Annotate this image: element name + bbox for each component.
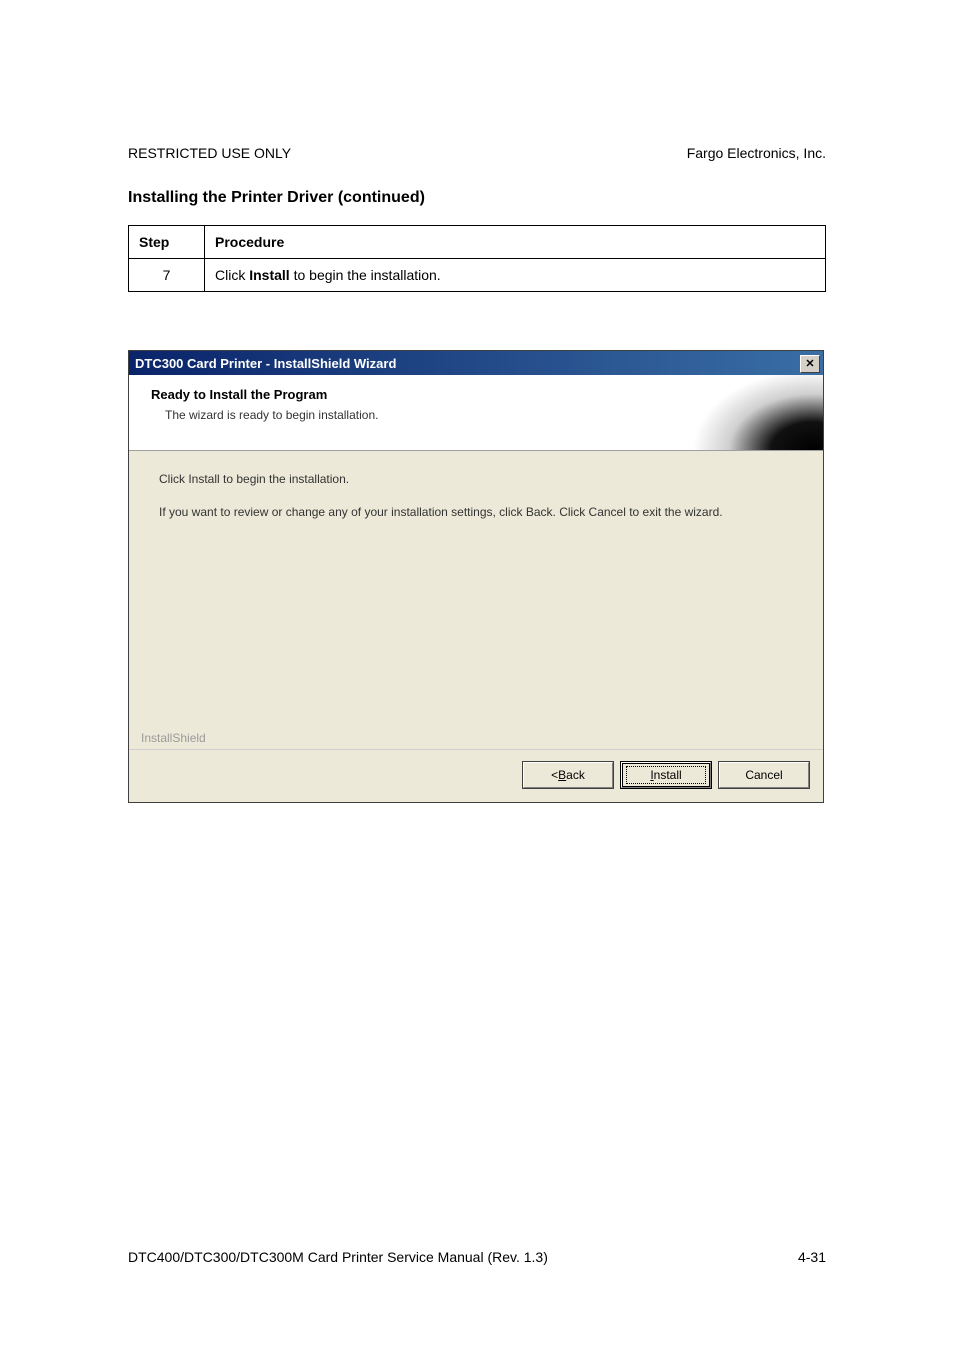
back-button-mnemonic: B: [558, 768, 566, 782]
col-header-step: Step: [129, 226, 205, 259]
content-line-2: If you want to review or change any of y…: [159, 504, 793, 521]
install-button[interactable]: Install: [621, 762, 711, 788]
content-line-1: Click Install to begin the installation.: [159, 471, 793, 488]
step-procedure: Click Install to begin the installation.: [205, 259, 826, 292]
header-left-text: RESTRICTED USE ONLY: [128, 145, 291, 161]
footer-page-number: 4-31: [798, 1249, 826, 1265]
procedure-table: Step Procedure 7 Click Install to begin …: [128, 225, 826, 292]
install-button-rest: nstall: [654, 768, 682, 782]
cancel-button-label: Cancel: [745, 768, 782, 782]
header-graphic: [673, 375, 823, 450]
section-title: Installing the Printer Driver (continued…: [128, 189, 826, 207]
installshield-brand-label: InstallShield: [129, 731, 823, 749]
dialog-content: Click Install to begin the installation.…: [129, 451, 823, 731]
close-icon: ✕: [805, 357, 814, 370]
dialog-button-row: < Back Install Cancel: [129, 749, 823, 802]
back-button[interactable]: < Back: [523, 762, 613, 788]
table-header-row: Step Procedure: [129, 226, 826, 259]
procedure-text-bold: Install: [249, 267, 289, 283]
header-right-text: Fargo Electronics, Inc.: [687, 145, 826, 161]
footer-left-text: DTC400/DTC300/DTC300M Card Printer Servi…: [128, 1249, 548, 1265]
back-button-rest: ack: [566, 768, 585, 782]
dialog-header-panel: Ready to Install the Program The wizard …: [129, 375, 823, 451]
close-button[interactable]: ✕: [800, 355, 820, 373]
dialog-title: DTC300 Card Printer - InstallShield Wiza…: [135, 356, 396, 371]
back-button-prefix: <: [551, 768, 558, 782]
dialog-titlebar[interactable]: DTC300 Card Printer - InstallShield Wiza…: [128, 350, 824, 375]
table-row: 7 Click Install to begin the installatio…: [129, 259, 826, 292]
cancel-button[interactable]: Cancel: [719, 762, 809, 788]
installshield-dialog: DTC300 Card Printer - InstallShield Wiza…: [128, 350, 824, 803]
col-header-procedure: Procedure: [205, 226, 826, 259]
procedure-text-prefix: Click: [215, 267, 249, 283]
step-number: 7: [129, 259, 205, 292]
procedure-text-suffix: to begin the installation.: [290, 267, 441, 283]
